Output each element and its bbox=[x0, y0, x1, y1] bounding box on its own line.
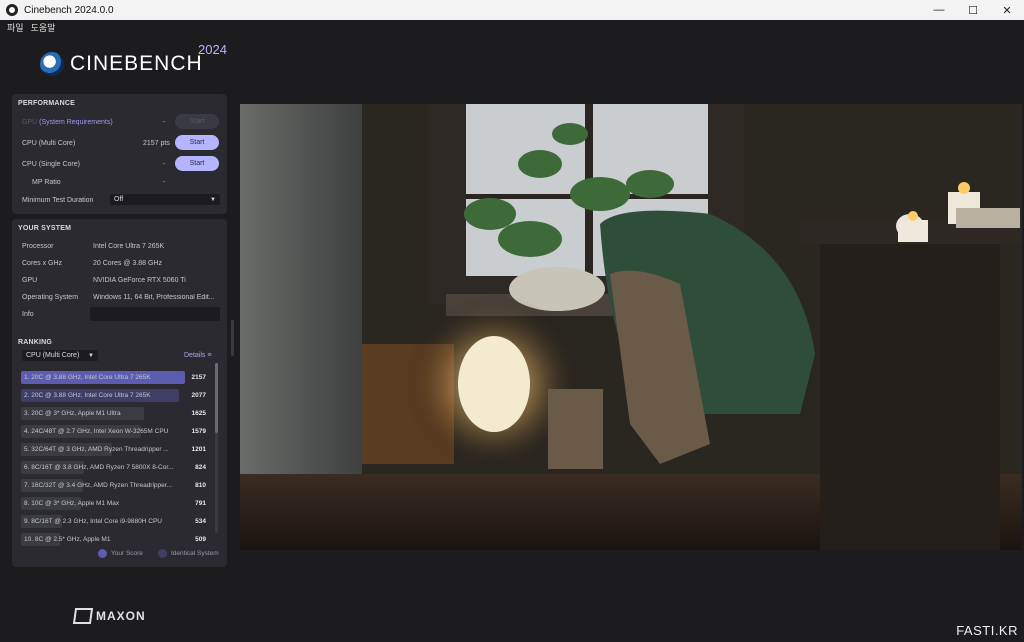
ranking-row-label: 2. 20C @ 3.88 GHz, Intel Core Ultra 7 26… bbox=[24, 392, 151, 399]
chevron-down-icon: ▼ bbox=[88, 352, 94, 359]
gpu-start-button[interactable]: Start bbox=[175, 114, 219, 129]
menu-help[interactable]: 도움말 bbox=[31, 21, 56, 34]
ranking-row-label: 6. 8C/16T @ 3.8 GHz, AMD Ryzen 7 5800X 8… bbox=[24, 464, 174, 471]
ranking-row-score: 509 bbox=[195, 536, 206, 543]
ranking-row-score: 1625 bbox=[191, 410, 206, 417]
system-value-processor: Intel Core Ultra 7 265K bbox=[93, 243, 165, 250]
maxon-logo: MAXON bbox=[72, 608, 146, 624]
ranking-row[interactable]: 4. 24C/48T @ 2.7 GHz, Intel Xeon W-3265M… bbox=[21, 425, 210, 438]
ranking-row-label: 1. 20C @ 3.88 GHz, Intel Core Ultra 7 26… bbox=[24, 374, 151, 381]
legend-your-score-label: Your Score bbox=[111, 550, 143, 557]
maximize-icon[interactable]: ☐ bbox=[956, 0, 990, 20]
cpu-multi-label: CPU (Multi Core) bbox=[22, 140, 76, 147]
ranking-row-label: 7. 16C/32T @ 3.4 GHz, AMD Ryzen Threadri… bbox=[24, 482, 172, 489]
ranking-row-score: 2157 bbox=[191, 374, 206, 381]
your-score-swatch-icon bbox=[98, 549, 107, 558]
ranking-row[interactable]: 3. 20C @ 3* GHz, Apple M1 Ultra 1625 bbox=[21, 407, 210, 420]
ranking-row-score: 810 bbox=[195, 482, 206, 489]
min-duration-label: Minimum Test Duration bbox=[22, 197, 94, 204]
ranking-row-label: 4. 24C/48T @ 2.7 GHz, Intel Xeon W-3265M… bbox=[24, 428, 169, 435]
filter-icon: ≡ bbox=[207, 352, 212, 359]
minimize-icon[interactable]: — bbox=[922, 0, 956, 20]
min-duration-dropdown[interactable]: Off ▼ bbox=[110, 194, 220, 205]
ranking-row[interactable]: 5. 32C/64T @ 3 GHz, AMD Ryzen Threadripp… bbox=[21, 443, 210, 456]
cpu-multi-start-button[interactable]: Start bbox=[175, 135, 219, 150]
rendered-room-scene bbox=[240, 104, 1022, 550]
info-field[interactable] bbox=[90, 307, 220, 321]
legend-your-score: Your Score bbox=[98, 549, 143, 558]
ranking-title: RANKING bbox=[18, 339, 53, 346]
maxon-wordmark: MAXON bbox=[96, 609, 146, 623]
render-viewport[interactable] bbox=[240, 104, 1022, 550]
window-controls: — ☐ ✕ bbox=[922, 0, 1024, 20]
ranking-row[interactable]: 8. 10C @ 3* GHz, Apple M1 Max 791 bbox=[21, 497, 210, 510]
legend-identical-label: Identical System bbox=[171, 550, 219, 557]
close-icon[interactable]: ✕ bbox=[990, 0, 1024, 20]
system-value-cores: 20 Cores @ 3.88 GHz bbox=[93, 260, 162, 267]
cinema4d-logo-icon bbox=[40, 52, 64, 76]
window-title: Cinebench 2024.0.0 bbox=[24, 4, 114, 16]
system-requirements-link[interactable]: (System Requirements) bbox=[39, 119, 113, 126]
watermark-text: FASTI.KR bbox=[956, 623, 1018, 638]
system-label-info: Info bbox=[22, 311, 34, 318]
ranking-row[interactable]: 10. 8C @ 2.5* GHz, Apple M1 509 bbox=[21, 533, 210, 546]
gpu-score: - bbox=[163, 119, 166, 126]
ranking-scrollbar[interactable] bbox=[215, 363, 218, 533]
ranking-type-value: CPU (Multi Core) bbox=[26, 352, 80, 359]
legend-identical-system: Identical System bbox=[158, 549, 219, 558]
min-duration-value: Off bbox=[114, 196, 124, 203]
system-value-gpu: NVIDIA GeForce RTX 5060 Ti bbox=[93, 277, 186, 284]
ranking-row-label: 3. 20C @ 3* GHz, Apple M1 Ultra bbox=[24, 410, 121, 417]
cinebench-logo: CINEBENCH 2024 bbox=[40, 42, 227, 76]
ranking-row[interactable]: 2. 20C @ 3.88 GHz, Intel Core Ultra 7 26… bbox=[21, 389, 210, 402]
system-value-os: Windows 11, 64 Bit, Professional Edit... bbox=[93, 294, 215, 301]
cpu-single-score: - bbox=[163, 161, 166, 168]
ranking-row-label: 9. 8C/16T @ 2.3 GHz, Intel Core i9-9880H… bbox=[24, 518, 162, 525]
logo-year: 2024 bbox=[198, 42, 227, 57]
gpu-label: GPU (System Requirements) bbox=[22, 119, 113, 126]
details-link[interactable]: Details ≡ bbox=[184, 352, 211, 359]
ranking-row-label: 5. 32C/64T @ 3 GHz, AMD Ryzen Threadripp… bbox=[24, 446, 169, 453]
mp-ratio-label: MP Ratio bbox=[32, 179, 61, 186]
chevron-down-icon: ▼ bbox=[210, 196, 216, 203]
system-label-cores: Cores x GHz bbox=[22, 260, 63, 267]
cpu-single-label: CPU (Single Core) bbox=[22, 161, 80, 168]
ranking-row[interactable]: 7. 16C/32T @ 3.4 GHz, AMD Ryzen Threadri… bbox=[21, 479, 210, 492]
ranking-row-score: 791 bbox=[195, 500, 206, 507]
ranking-row[interactable]: 1. 20C @ 3.88 GHz, Intel Core Ultra 7 26… bbox=[21, 371, 210, 384]
ranking-row[interactable]: 9. 8C/16T @ 2.3 GHz, Intel Core i9-9880H… bbox=[21, 515, 210, 528]
details-label: Details bbox=[184, 352, 206, 359]
menu-file[interactable]: 파일 bbox=[7, 21, 24, 34]
cpu-multi-score: 2157 pts bbox=[143, 140, 170, 147]
ranking-row-score: 534 bbox=[195, 518, 206, 525]
ranking-row-score: 824 bbox=[195, 464, 206, 471]
ranking-row-score: 2077 bbox=[191, 392, 206, 399]
identical-system-swatch-icon bbox=[158, 549, 167, 558]
cinebench-app-icon bbox=[6, 4, 18, 16]
ranking-row-score: 1201 bbox=[191, 446, 206, 453]
performance-title: PERFORMANCE bbox=[18, 100, 76, 107]
system-label-os: Operating System bbox=[22, 294, 79, 301]
menu-bar: 파일 도움말 bbox=[0, 20, 1024, 34]
cpu-single-start-button[interactable]: Start bbox=[175, 156, 219, 171]
logo-wordmark: CINEBENCH bbox=[70, 52, 203, 75]
window-titlebar: Cinebench 2024.0.0 — ☐ ✕ bbox=[0, 0, 1024, 20]
ranking-type-dropdown[interactable]: CPU (Multi Core) ▼ bbox=[22, 350, 98, 361]
system-title: YOUR SYSTEM bbox=[18, 225, 72, 232]
gpu-label-text: GPU bbox=[22, 119, 38, 126]
ranking-panel: RANKING CPU (Multi Core) ▼ Details ≡ 1. … bbox=[12, 333, 227, 567]
panel-resize-handle[interactable] bbox=[231, 320, 234, 356]
ranking-row-score: 1579 bbox=[191, 428, 206, 435]
mp-ratio-value: - bbox=[163, 179, 166, 186]
ranking-row[interactable]: 6. 8C/16T @ 3.8 GHz, AMD Ryzen 7 5800X 8… bbox=[21, 461, 210, 474]
ranking-row-label: 8. 10C @ 3* GHz, Apple M1 Max bbox=[24, 500, 120, 507]
system-label-gpu: GPU bbox=[22, 277, 38, 284]
maxon-m-icon bbox=[72, 608, 94, 624]
system-label-processor: Processor bbox=[22, 243, 54, 250]
performance-panel: PERFORMANCE GPU (System Requirements) - … bbox=[12, 94, 227, 214]
left-sidebar: CINEBENCH 2024 PERFORMANCE GPU (System R… bbox=[0, 34, 234, 642]
ranking-row-label: 10. 8C @ 2.5* GHz, Apple M1 bbox=[24, 536, 111, 543]
